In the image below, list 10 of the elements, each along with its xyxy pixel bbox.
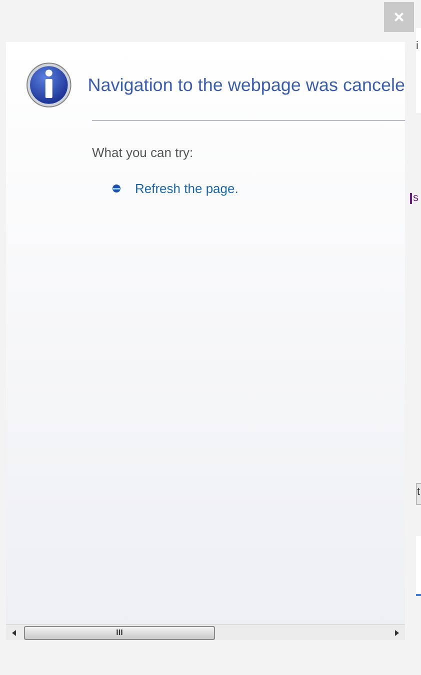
text-fragment: i: [416, 40, 418, 52]
scrollbar-thumb[interactable]: III: [24, 626, 215, 640]
info-icon: [26, 62, 72, 108]
refresh-link[interactable]: Refresh the page.: [135, 178, 238, 198]
text-fragment: t: [417, 486, 420, 498]
page-title: Navigation to the webpage was cancele: [88, 74, 405, 97]
bullet-icon: [112, 184, 121, 193]
section-label: What you can try:: [92, 144, 194, 162]
text-fragment: s: [410, 193, 418, 204]
horizontal-scrollbar[interactable]: III: [6, 624, 405, 640]
